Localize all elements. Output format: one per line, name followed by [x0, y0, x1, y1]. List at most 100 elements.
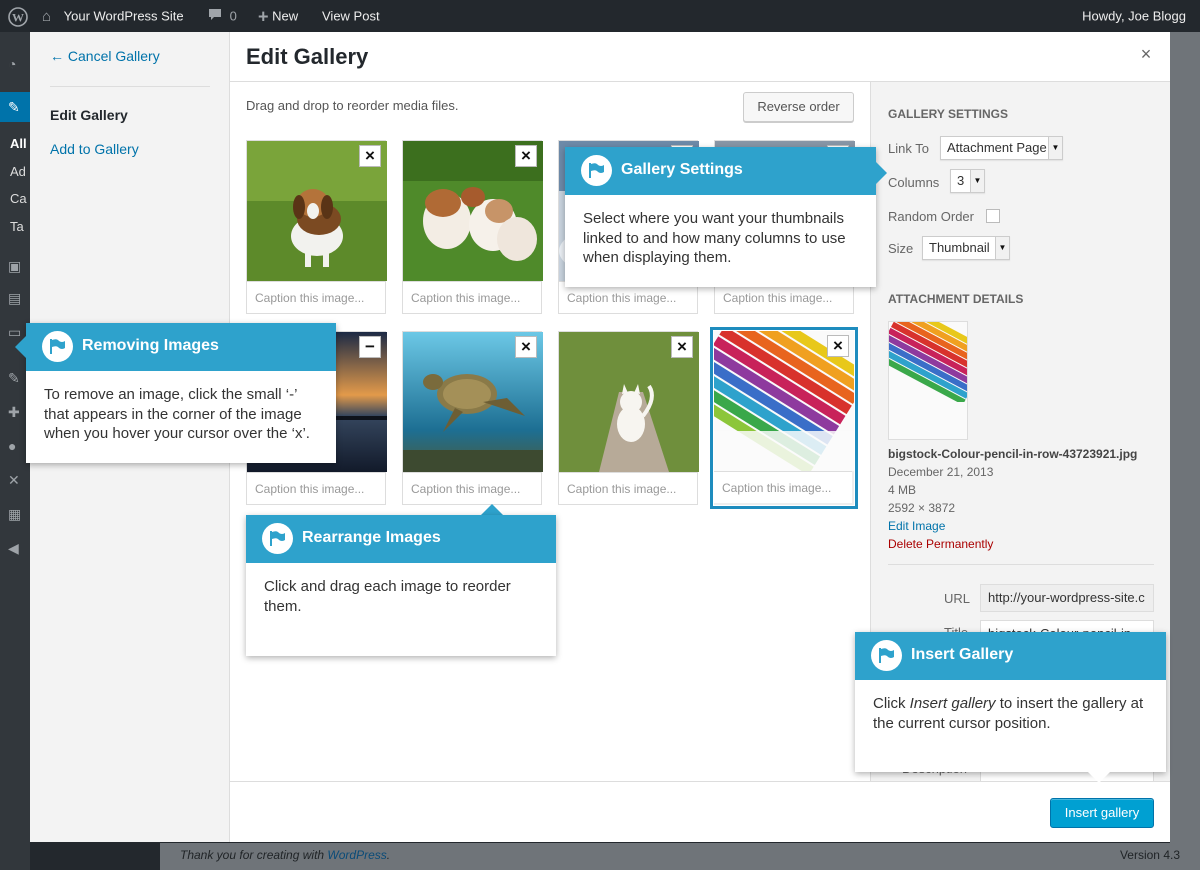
edit-image-link[interactable]: Edit Image [888, 519, 945, 533]
callout-body: Select where you want your thumbnails li… [583, 210, 846, 266]
gallery-tile[interactable]: × Caption this image... [402, 331, 543, 505]
remove-image-minus-icon[interactable]: − [359, 336, 381, 358]
link-to-select[interactable]: Attachment Page ▼ [940, 136, 1063, 160]
settings-icon: ▦ [8, 506, 22, 522]
callout-pointer [876, 162, 887, 184]
columns-select[interactable]: 3 ▼ [950, 169, 985, 193]
gallery-tile[interactable]: × Caption this image... [558, 331, 699, 505]
flag-icon [581, 155, 612, 186]
footer-thanks: Thank you for creating with WordPress. [180, 848, 390, 862]
sidebar-item-categories[interactable]: Ca [10, 191, 27, 206]
media-icon: ▣ [8, 258, 22, 274]
caption-input[interactable]: Caption this image... [247, 281, 385, 313]
flag-icon [871, 640, 902, 671]
gallery-settings-heading: Gallery Settings [888, 107, 1009, 121]
gallery-settings-callout: Gallery Settings Select where you want y… [565, 147, 876, 287]
callout-title: Gallery Settings [621, 161, 743, 178]
sidebar-item-add[interactable]: Ad [10, 164, 26, 179]
menu-separator [50, 86, 210, 87]
view-post-link[interactable]: View Post [322, 0, 380, 32]
callout-pointer [481, 504, 503, 515]
reverse-order-button[interactable]: Reverse order [743, 92, 854, 122]
chevron-down-icon: ▼ [970, 170, 984, 192]
modal-toolbar: Insert gallery [230, 781, 1170, 842]
remove-image-icon[interactable]: × [515, 336, 537, 358]
removing-images-callout: Removing Images To remove an image, clic… [26, 323, 336, 463]
callout-header: Gallery Settings [565, 147, 876, 195]
size-value: Thumbnail [929, 240, 990, 255]
insert-gallery-callout: Insert Gallery Click Insert gallery to i… [855, 632, 1166, 772]
tools-icon: ✕ [8, 472, 20, 488]
callout-pointer [15, 336, 26, 358]
caption-input[interactable]: Caption this image... [403, 281, 541, 313]
new-content-link[interactable]: + New [258, 0, 298, 32]
gallery-tile[interactable]: × Caption this image... [402, 140, 543, 314]
size-label: Size [888, 241, 914, 256]
gallery-tile-selected[interactable]: × Caption this image... [710, 327, 858, 509]
remove-image-icon[interactable]: × [359, 145, 381, 167]
link-to-value: Attachment Page [947, 140, 1047, 155]
footer-thanks-suffix: . [386, 848, 391, 862]
callout-title: Rearrange Images [302, 529, 441, 546]
dashboard-icon: ◔ [8, 56, 17, 72]
site-name: Your WordPress Site [63, 8, 184, 24]
footer-thanks-prefix: Thank you for creating with [180, 848, 328, 862]
flag-icon [262, 523, 293, 554]
account-menu[interactable]: Howdy, Joe Blogg [1082, 0, 1186, 32]
caption-input[interactable]: Caption this image... [559, 472, 697, 504]
comments-link[interactable]: 0 [208, 0, 237, 32]
sidebar-item-tags[interactable]: Ta [10, 219, 24, 234]
random-order-label: Random Order [888, 209, 974, 224]
collapse-icon: ◀ [8, 540, 19, 556]
insert-gallery-button[interactable]: Insert gallery [1050, 798, 1154, 828]
callout-header: Removing Images [26, 323, 336, 371]
users-icon: ● [8, 438, 17, 454]
comment-icon [208, 1, 226, 33]
wordpress-link[interactable]: WordPress [327, 848, 386, 862]
remove-image-icon[interactable]: × [671, 336, 693, 358]
home-icon: ⌂ [42, 7, 52, 25]
cancel-gallery-link[interactable]: ← Cancel Gallery [50, 48, 160, 64]
callout-body-prefix: Click [873, 695, 910, 712]
attachment-date: December 21, 2013 [888, 465, 994, 479]
menu-item-add-to-gallery[interactable]: Add to Gallery [50, 141, 139, 157]
callout-header: Insert Gallery [855, 632, 1166, 680]
menu-item-edit-gallery[interactable]: Edit Gallery [50, 107, 128, 123]
remove-image-icon[interactable]: × [515, 145, 537, 167]
admin-bar: W ⌂ Your WordPress Site 0 + New View Pos… [0, 0, 1200, 32]
details-separator [888, 564, 1154, 565]
comments-count: 0 [229, 8, 237, 24]
size-select[interactable]: Thumbnail ▼ [922, 236, 1010, 260]
sidebar-item-all[interactable]: All [10, 136, 27, 151]
page-background [1170, 32, 1200, 870]
new-label: New [272, 8, 299, 24]
rearrange-images-callout: Rearrange Images Click and drag each ima… [246, 515, 556, 656]
appearance-icon: ✎ [8, 370, 20, 386]
attachment-filename: bigstock-Colour-pencil-in-row-43723921.j… [888, 447, 1138, 461]
version-text: Version 4.3 [1119, 848, 1180, 862]
caption-input[interactable]: Caption this image... [714, 471, 852, 503]
reorder-hint: Drag and drop to reorder media files. [246, 98, 459, 113]
caption-input[interactable]: Caption this image... [247, 472, 385, 504]
pin-icon: ✎ [0, 92, 30, 122]
random-order-checkbox[interactable] [986, 209, 1000, 223]
url-label: URL [944, 591, 971, 606]
delete-permanently-link[interactable]: Delete Permanently [888, 537, 993, 551]
howdy-text: Howdy, Joe Blogg [1082, 8, 1186, 24]
wordpress-logo-icon[interactable]: W [8, 0, 28, 32]
chevron-down-icon: ▼ [995, 237, 1009, 259]
site-name-link[interactable]: ⌂ Your WordPress Site [42, 0, 184, 32]
remove-image-icon[interactable]: × [827, 335, 849, 357]
plugins-icon: ✚ [8, 404, 20, 420]
close-icon[interactable]: × [1136, 44, 1156, 64]
callout-title: Insert Gallery [911, 646, 1014, 663]
attachment-filesize: 4 MB [888, 483, 917, 497]
caption-input[interactable]: Caption this image... [403, 472, 541, 504]
flag-icon [42, 331, 73, 362]
gallery-tile[interactable]: × Caption this image... [246, 140, 387, 314]
svg-text:W: W [12, 11, 24, 25]
pages-icon: ▤ [8, 290, 22, 306]
attachment-dimensions: 2592 × 3872 [888, 501, 956, 515]
url-field[interactable]: http://your-wordpress-site.c [980, 584, 1154, 612]
attachment-details-heading: Attachment Details [888, 292, 1024, 306]
